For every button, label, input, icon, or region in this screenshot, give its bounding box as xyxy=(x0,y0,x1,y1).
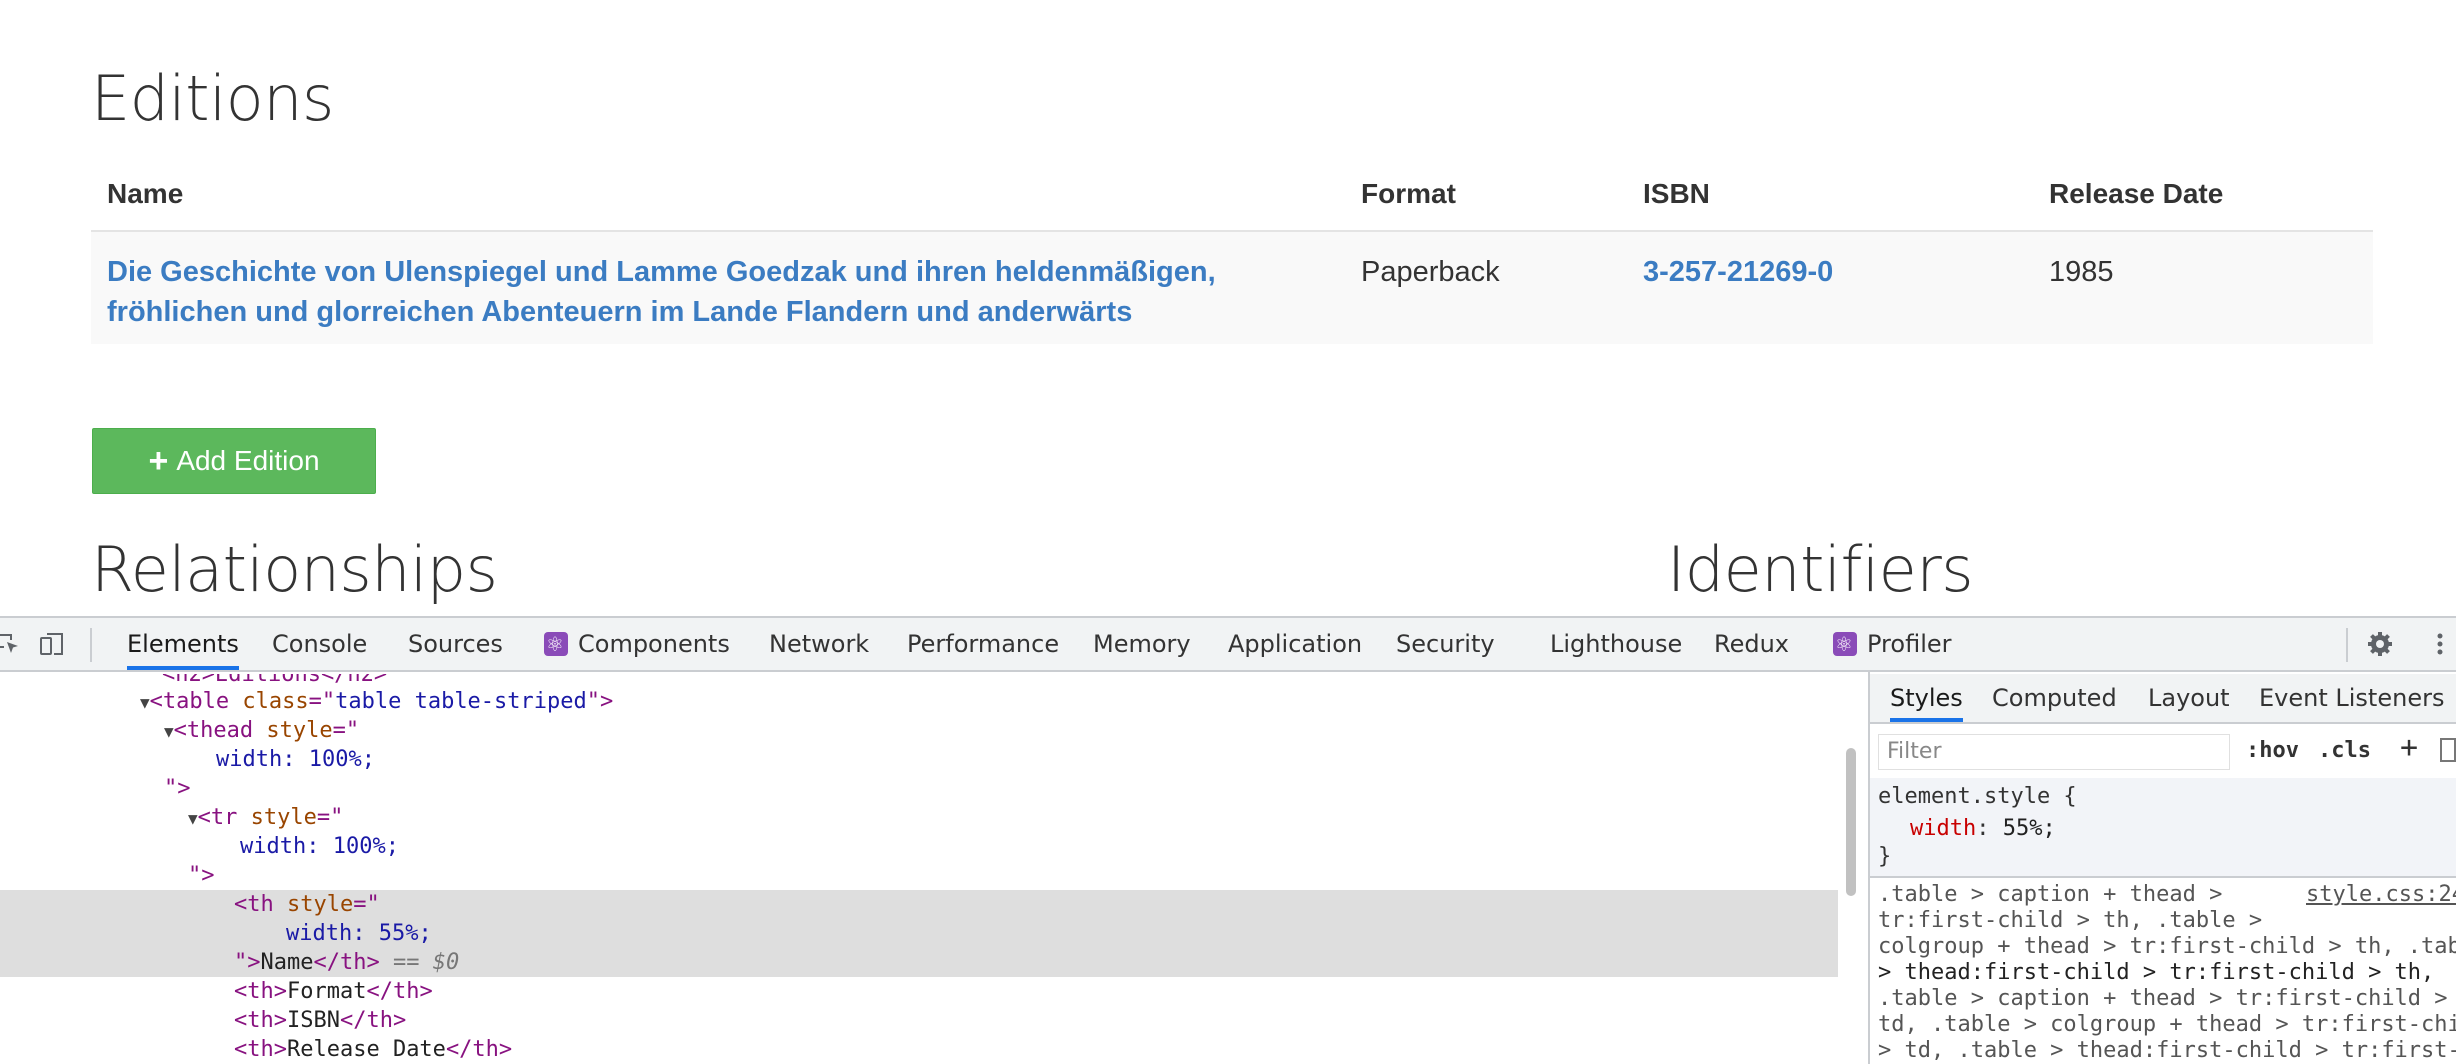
header-isbn: ISBN xyxy=(1643,178,1710,209)
edition-release-date: 1985 xyxy=(2049,256,2114,288)
inspect-element-icon[interactable] xyxy=(0,630,22,658)
tab-event-listeners[interactable]: Event Listeners xyxy=(2259,674,2444,722)
tab-lighthouse[interactable]: Lighthouse xyxy=(1550,618,1682,670)
collapse-triangle-icon[interactable]: ▼ xyxy=(0,693,150,712)
tab-application[interactable]: Application xyxy=(1228,618,1362,670)
element-style-declaration[interactable]: width: 55%; xyxy=(1910,814,2056,844)
page-content: Editions Name Format ISBN Release Date D… xyxy=(0,0,2456,616)
elements-tree: <h2>Editions</h2> ▼<table class="table t… xyxy=(0,674,1838,1064)
edition-isbn-link[interactable]: 3-257-21269-0 xyxy=(1643,252,1833,292)
table-header-row: Name Format ISBN Release Date xyxy=(91,168,2373,230)
header-release-date: Release Date xyxy=(2049,178,2224,209)
devtools-panel: Elements Console Sources Components Netw… xyxy=(0,616,2456,1064)
gear-icon[interactable] xyxy=(2366,630,2394,658)
tab-network[interactable]: Network xyxy=(769,618,869,670)
sidebar-tabbar: Styles Computed Layout Event Listeners xyxy=(1870,674,2456,724)
elements-scrollbar[interactable] xyxy=(1846,748,1856,896)
dom-node[interactable]: ▼<thead style=" xyxy=(0,716,1838,745)
tabbar-divider xyxy=(90,628,92,662)
dom-attr-value: width: 55%; xyxy=(0,919,1838,948)
tab-styles[interactable]: Styles xyxy=(1890,674,1963,722)
tabbar-divider xyxy=(2346,628,2348,662)
tab-memory[interactable]: Memory xyxy=(1093,618,1191,670)
add-edition-label: Add Edition xyxy=(176,445,320,476)
tab-computed[interactable]: Computed xyxy=(1992,674,2117,722)
element-style-selector: element.style { xyxy=(1878,784,2077,809)
cls-toggle[interactable]: .cls xyxy=(2318,738,2371,763)
dom-node-selected[interactable]: <th style=" xyxy=(0,890,1838,919)
rule-selector-line: tr:first-child > th, .table > xyxy=(1878,908,2263,933)
more-options-icon[interactable] xyxy=(2426,630,2454,658)
tab-security[interactable]: Security xyxy=(1396,618,1495,670)
dom-node[interactable]: <th>ISBN</th> xyxy=(0,1006,1838,1035)
dom-node-selected-text[interactable]: ">Name</th> == $0 xyxy=(0,948,1838,977)
dom-node[interactable]: <th>Release Date</th> xyxy=(0,1035,1838,1064)
element-style-rule: element.style { width: 55%; } xyxy=(1870,778,2456,878)
tab-layout[interactable]: Layout xyxy=(2148,674,2230,722)
edition-name-link[interactable]: Die Geschichte von Ulenspiegel und Lamme… xyxy=(107,252,1307,332)
devtools-tabbar: Elements Console Sources Components Netw… xyxy=(0,618,2456,672)
rule-selector-line: td, .table > colgroup + thead > tr:first… xyxy=(1878,1012,2456,1037)
tab-redux[interactable]: Redux xyxy=(1714,618,1789,670)
tab-profiler-label: Profiler xyxy=(1867,630,1952,658)
dom-attr-close: "> xyxy=(164,776,191,801)
tab-console[interactable]: Console xyxy=(272,618,367,670)
device-toolbar-icon[interactable] xyxy=(38,630,66,658)
styles-filter-input[interactable]: Filter xyxy=(1878,734,2230,770)
dom-node[interactable]: ▼<tr style=" xyxy=(0,803,1838,832)
rule-selector-line-matched: > thead:first-child > tr:first-child > t… xyxy=(1878,960,2435,985)
add-rule-icon[interactable]: + xyxy=(2400,730,2418,765)
add-edition-button[interactable]: + Add Edition xyxy=(92,428,376,494)
relationships-heading: Relationships xyxy=(91,533,498,606)
styles-filter-row: Filter :hov .cls + xyxy=(1870,726,2456,776)
computed-sidebar-toggle-icon[interactable] xyxy=(2440,738,2456,762)
tab-components[interactable]: Components xyxy=(544,618,730,670)
header-format: Format xyxy=(1361,178,1456,209)
plus-icon: + xyxy=(148,442,169,480)
dom-attr-value: width: 100%; xyxy=(216,747,375,772)
rule-selector-line: .table > caption + thead > tr:first-chil… xyxy=(1878,986,2448,1011)
collapse-triangle-icon[interactable]: ▼ xyxy=(0,809,198,828)
editions-heading: Editions xyxy=(91,62,334,135)
styles-sidebar: Styles Computed Layout Event Listeners F… xyxy=(1870,674,2456,1064)
dom-node[interactable]: <th>Format</th> xyxy=(0,977,1838,1006)
dom-node[interactable]: ▼<table class="table table-striped"> xyxy=(0,687,1838,716)
header-name: Name xyxy=(107,178,184,209)
edition-name-line-2: fröhlichen und glorreichen Abenteuern im… xyxy=(107,296,1133,328)
edition-format: Paperback xyxy=(1361,256,1500,288)
react-icon xyxy=(1833,618,1857,670)
element-style-close: } xyxy=(1878,844,1892,869)
react-icon xyxy=(544,618,568,670)
editions-table: Name Format ISBN Release Date Die Geschi… xyxy=(91,168,2373,344)
tab-components-label: Components xyxy=(578,630,730,658)
tab-sources[interactable]: Sources xyxy=(408,618,503,670)
table-row: Die Geschichte von Ulenspiegel und Lamme… xyxy=(91,230,2373,344)
tab-performance[interactable]: Performance xyxy=(907,618,1059,670)
tab-elements[interactable]: Elements xyxy=(127,618,239,670)
edition-name-line-1: Die Geschichte von Ulenspiegel und Lamme… xyxy=(107,256,1216,288)
tab-profiler[interactable]: Profiler xyxy=(1833,618,1952,670)
rule-selector-line: .table > caption + thead > xyxy=(1878,882,2223,907)
rule-selector-line: colgroup + thead > tr:first-child > th, … xyxy=(1878,934,2456,959)
hov-toggle[interactable]: :hov xyxy=(2246,738,2299,763)
collapse-triangle-icon[interactable]: ▼ xyxy=(0,722,174,741)
identifiers-heading: Identifiers xyxy=(1667,533,1974,606)
dom-attr-close: "> xyxy=(188,863,215,888)
rule-source-link[interactable]: style.css:24 xyxy=(2306,882,2456,907)
rule-selector-line: > td, .table > thead:first-child > tr:fi… xyxy=(1878,1038,2456,1063)
dom-attr-value: width: 100%; xyxy=(240,834,399,859)
